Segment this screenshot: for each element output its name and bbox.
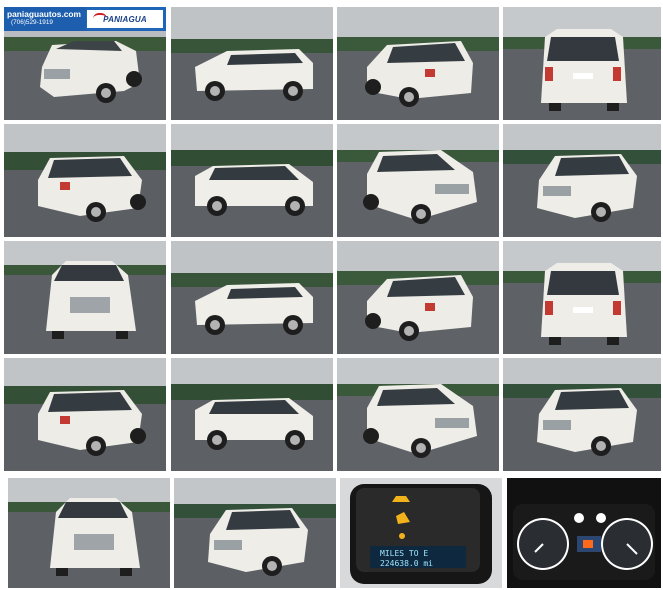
photo-thumbnail[interactable] <box>503 7 661 120</box>
photo-thumbnail[interactable] <box>174 478 336 588</box>
dash-line2: 224638.0 mi <box>380 559 433 568</box>
dealer-brand: PANIAGUA <box>103 14 147 24</box>
instrument-cluster-photo <box>507 478 661 588</box>
car-photo <box>337 241 499 354</box>
swoosh-icon <box>93 13 107 19</box>
photo-thumbnail[interactable] <box>171 7 333 120</box>
photo-thumbnail[interactable] <box>337 241 499 354</box>
photo-thumbnail[interactable]: MILES TO E 224638.0 mi <box>340 478 502 588</box>
photo-thumbnail[interactable] <box>337 124 499 237</box>
photo-thumbnail[interactable] <box>4 241 166 354</box>
photo-thumbnail[interactable] <box>8 478 170 588</box>
car-photo <box>8 478 170 588</box>
dealer-contact: paniaguautos.com (706)529-1919 <box>4 7 86 31</box>
car-photo <box>4 124 166 237</box>
dealer-logo: PANIAGUA <box>87 10 163 28</box>
photo-thumbnail[interactable] <box>503 358 661 471</box>
photo-thumbnail[interactable] <box>507 478 661 588</box>
photo-thumbnail[interactable] <box>503 241 661 354</box>
car-photo <box>171 7 333 120</box>
car-photo <box>503 241 661 354</box>
car-photo <box>174 478 336 588</box>
car-photo <box>337 7 499 120</box>
dealer-banner[interactable]: paniaguautos.com (706)529-1919 PANIAGUA <box>4 7 166 31</box>
car-photo <box>337 124 499 237</box>
photo-gallery: paniaguautos.com (706)529-1919 PANIAGUA <box>0 0 663 590</box>
photo-thumbnail[interactable] <box>4 124 166 237</box>
car-photo <box>503 124 661 237</box>
car-photo <box>503 358 661 471</box>
car-photo <box>4 241 166 354</box>
dealer-website[interactable]: paniaguautos.com <box>7 9 86 19</box>
car-photo <box>171 241 333 354</box>
car-photo <box>171 124 333 237</box>
photo-thumbnail[interactable] <box>171 124 333 237</box>
car-photo <box>171 358 333 471</box>
photo-thumbnail[interactable] <box>337 7 499 120</box>
car-photo <box>4 358 166 471</box>
car-photo <box>337 358 499 471</box>
photo-thumbnail[interactable] <box>171 358 333 471</box>
dealer-phone[interactable]: (706)529-1919 <box>7 19 86 27</box>
dash-display-photo: MILES TO E 224638.0 mi <box>340 478 502 588</box>
car-photo <box>503 7 661 120</box>
dash-line1: MILES TO E <box>380 549 428 558</box>
photo-thumbnail[interactable] <box>4 358 166 471</box>
photo-thumbnail[interactable] <box>337 358 499 471</box>
photo-thumbnail[interactable] <box>503 124 661 237</box>
photo-thumbnail[interactable] <box>171 241 333 354</box>
